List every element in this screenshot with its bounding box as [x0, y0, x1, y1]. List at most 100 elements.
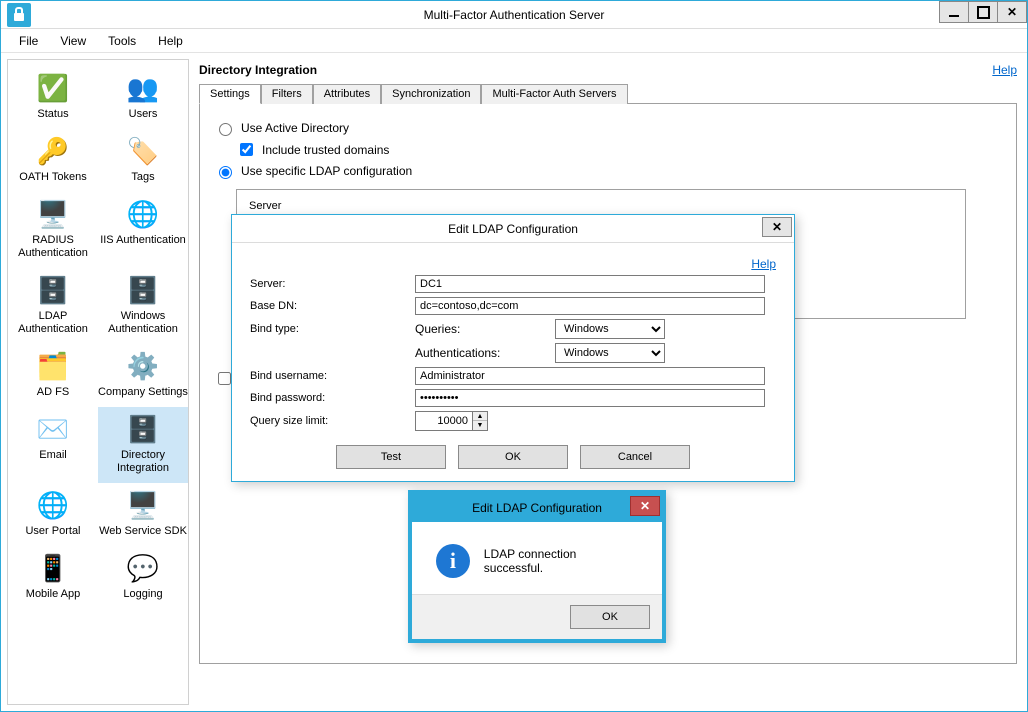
menu-view[interactable]: View [50, 32, 96, 50]
nav-label: OATH Tokens [8, 171, 98, 184]
nav-label: IIS Authentication [98, 234, 188, 247]
menu-tools[interactable]: Tools [98, 32, 146, 50]
nav-label: Mobile App [8, 588, 98, 601]
globe-icon: 🌐 [35, 487, 71, 523]
menubar: File View Tools Help [1, 29, 1027, 53]
select-auths[interactable]: Windows [555, 343, 665, 363]
nav-tags[interactable]: 🏷️ Tags [98, 129, 188, 192]
nav-label: Windows Authentication [98, 310, 188, 336]
label-queries: Queries: [415, 322, 545, 336]
check-partial-u[interactable] [218, 372, 231, 385]
input-qsize[interactable] [416, 412, 472, 430]
db-icon: 🗄️ [125, 272, 161, 308]
tab-synchronization[interactable]: Synchronization [381, 84, 481, 104]
nav-directory-integration[interactable]: 🗄️Directory Integration [98, 407, 188, 483]
nav-users[interactable]: 👥 Users [98, 66, 188, 129]
window-title: Multi-Factor Authentication Server [1, 8, 1027, 22]
nav-label: Status [8, 108, 98, 121]
tab-strip: Settings Filters Attributes Synchronizat… [199, 83, 1017, 104]
ldap-dialog-title: Edit LDAP Configuration [232, 222, 794, 236]
nav-label: Company Settings [98, 386, 188, 399]
nav-email[interactable]: ✉️ Email [8, 407, 98, 483]
nav-mobile[interactable]: 📱 Mobile App [8, 546, 98, 609]
users-icon: 👥 [125, 70, 161, 106]
server-icon: 🖥️ [125, 487, 161, 523]
label-basedn: Base DN: [250, 300, 415, 312]
nav-label: LDAP Authentication [8, 310, 98, 336]
info-message: LDAP connection successful. [484, 547, 638, 575]
info-dialog-title: Edit LDAP Configuration [412, 501, 662, 515]
ldap-success-dialog: Edit LDAP Configuration ✕ i LDAP connect… [408, 490, 666, 643]
maximize-button[interactable] [968, 1, 998, 23]
nav-status[interactable]: ✅Status [8, 66, 98, 129]
nav-label: Web Service SDK [98, 525, 188, 538]
nav-iis[interactable]: 🌐IIS Authentication [98, 192, 188, 268]
nav-panel: ✅Status 👥Users 🔑OATH Tokens 🏷️Tags 🖥️RAD… [7, 59, 189, 705]
help-link[interactable]: Help [992, 63, 1017, 77]
nav-adfs[interactable]: 🗂️AD FS [8, 344, 98, 407]
tab-mfa-servers[interactable]: Multi-Factor Auth Servers [481, 84, 627, 104]
spin-down-icon[interactable]: ▼ [473, 421, 487, 430]
menu-help[interactable]: Help [148, 32, 193, 50]
ok-button[interactable]: OK [458, 445, 568, 469]
mail-icon: ✉️ [35, 411, 71, 447]
radio-use-ad[interactable] [219, 123, 232, 136]
nav-label: Email [8, 449, 98, 462]
nav-label: Directory Integration [98, 449, 188, 475]
nav-logging[interactable]: 💬Logging [98, 546, 188, 609]
nav-radius[interactable]: 🖥️RADIUS Authentication [8, 192, 98, 268]
tag-icon: 🏷️ [125, 133, 161, 169]
nav-label: AD FS [8, 386, 98, 399]
radio-use-ad-label: Use Active Directory [241, 121, 349, 135]
gear-icon: ⚙️ [125, 348, 161, 384]
ldap-config-dialog: Edit LDAP Configuration ✕ Help Server: B… [231, 214, 795, 482]
label-bindpass: Bind password: [250, 392, 415, 404]
nav-label: User Portal [8, 525, 98, 538]
cancel-button[interactable]: Cancel [580, 445, 690, 469]
db-icon: 🗄️ [35, 272, 71, 308]
nav-ldap[interactable]: 🗄️LDAP Authentication [8, 268, 98, 344]
nav-sdk[interactable]: 🖥️ Web Service SDK [98, 483, 188, 546]
page-title: Directory Integration [199, 63, 317, 77]
ldap-dialog-help-link[interactable]: Help [751, 257, 776, 271]
radio-use-ldap[interactable] [219, 166, 232, 179]
nav-label: Tags [98, 171, 188, 184]
select-queries[interactable]: Windows [555, 319, 665, 339]
label-server: Server: [250, 278, 415, 290]
tab-settings[interactable]: Settings [199, 84, 261, 104]
check-trusted-domains-label: Include trusted domains [262, 143, 389, 157]
info-icon: i [436, 544, 470, 578]
menu-file[interactable]: File [9, 32, 48, 50]
input-bindpass[interactable] [415, 389, 765, 407]
info-dialog-close-button[interactable]: ✕ [630, 496, 660, 516]
close-button[interactable] [997, 1, 1027, 23]
nav-company[interactable]: ⚙️ Company Settings [98, 344, 188, 407]
input-binduser[interactable] [415, 367, 765, 385]
app-icon [7, 3, 31, 27]
phone-icon: 📱 [35, 550, 71, 586]
tab-attributes[interactable]: Attributes [313, 84, 381, 104]
ldap-dialog-close-button[interactable]: ✕ [762, 217, 792, 237]
info-ok-button[interactable]: OK [570, 605, 650, 629]
input-server[interactable] [415, 275, 765, 293]
nav-oath[interactable]: 🔑 OATH Tokens [8, 129, 98, 192]
spin-up-icon[interactable]: ▲ [473, 412, 487, 421]
label-bindtype: Bind type: [250, 323, 415, 335]
check-trusted-domains[interactable] [240, 143, 253, 156]
nav-label: Logging [98, 588, 188, 601]
serverbox-server-label: Server [249, 200, 953, 212]
nav-label: RADIUS Authentication [8, 234, 98, 260]
label-qsize: Query size limit: [250, 415, 415, 427]
tab-filters[interactable]: Filters [261, 84, 313, 104]
nav-label: Users [98, 108, 188, 121]
spin-qsize[interactable]: ▲▼ [415, 411, 488, 431]
radio-use-ldap-label: Use specific LDAP configuration [241, 164, 412, 178]
key-icon: 🔑 [35, 133, 71, 169]
label-auths: Authentications: [415, 346, 545, 360]
nav-userportal[interactable]: 🌐 User Portal [8, 483, 98, 546]
test-button[interactable]: Test [336, 445, 446, 469]
titlebar: Multi-Factor Authentication Server [1, 1, 1027, 29]
input-basedn[interactable] [415, 297, 765, 315]
minimize-button[interactable] [939, 1, 969, 23]
nav-winauth[interactable]: 🗄️Windows Authentication [98, 268, 188, 344]
